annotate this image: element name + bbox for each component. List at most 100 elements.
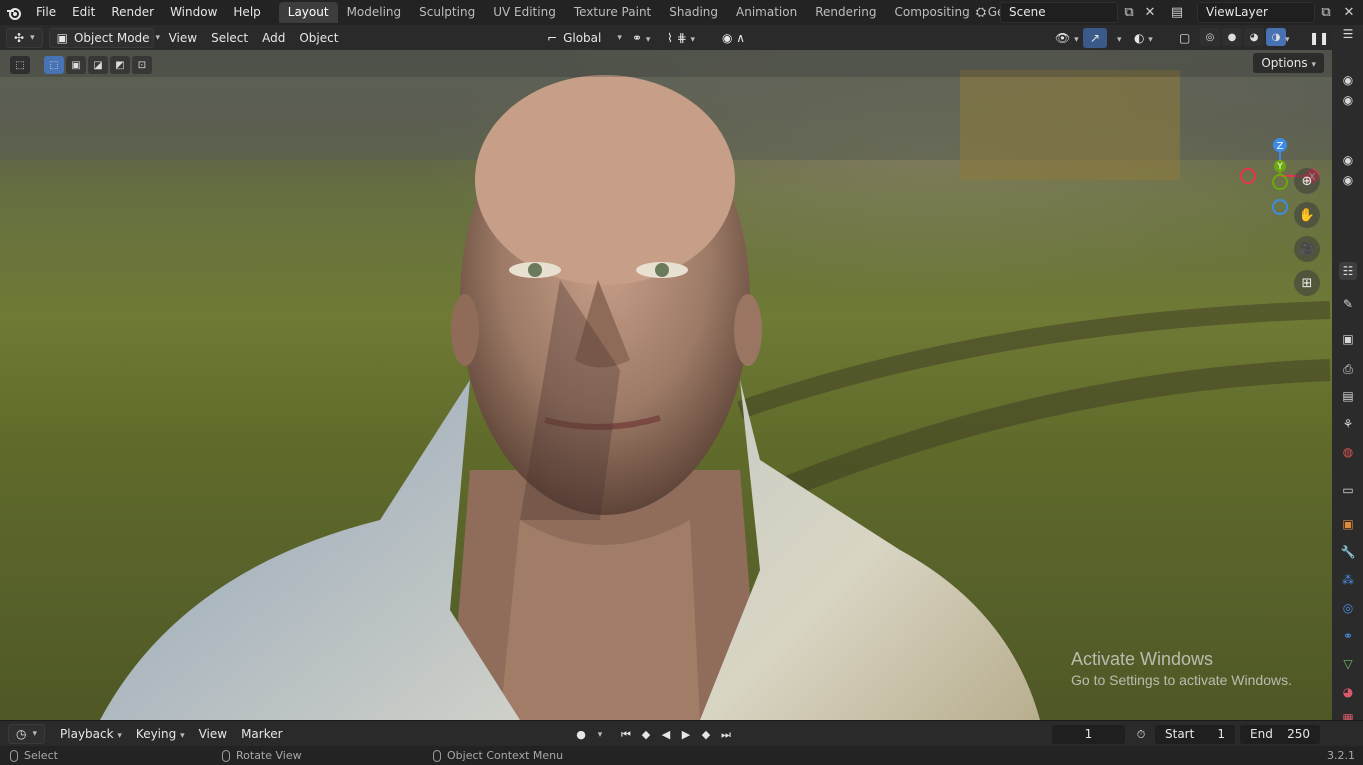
transform-orientation-dropdown[interactable]: ⌐ Global ▾: [540, 28, 629, 48]
menu-file[interactable]: File: [28, 0, 64, 25]
material-properties-icon[interactable]: ◕: [1339, 683, 1357, 701]
scene-properties-icon[interactable]: ⚘: [1339, 415, 1357, 433]
object-properties-icon[interactable]: ▣: [1339, 515, 1357, 533]
render-camera-icon-3[interactable]: ◉: [1339, 151, 1357, 169]
tab-layout[interactable]: Layout: [278, 2, 338, 23]
physics-properties-icon[interactable]: ◎: [1339, 599, 1357, 617]
tab-sculpting[interactable]: Sculpting: [410, 2, 484, 23]
tab-rendering[interactable]: Rendering: [806, 2, 885, 23]
blender-logo-icon[interactable]: [0, 0, 28, 25]
3d-viewport[interactable]: ⬚ ⬚ ▣ ◪ ◩ ⊡ Options ▾ Z X Y ⊕ ✋ 🎥 ⊞: [0, 50, 1332, 720]
world-properties-icon[interactable]: ◍: [1339, 443, 1357, 461]
menu-keying[interactable]: Keying ▾: [129, 724, 192, 744]
modifier-properties-icon[interactable]: 🔧: [1339, 543, 1357, 561]
pivot-point-icon[interactable]: ⚭ ▾: [625, 28, 657, 48]
editor-type-dropdown[interactable]: ✣ ▾: [6, 27, 43, 48]
solid-shading-icon[interactable]: ●: [1222, 28, 1242, 46]
status-context: Object Context Menu: [433, 749, 563, 762]
neg-y-axis-handle: [1272, 174, 1288, 190]
menu-playback[interactable]: Playback ▾: [53, 724, 129, 744]
record-icon[interactable]: ●: [572, 726, 590, 743]
status-rotate: Rotate View: [222, 749, 302, 762]
tab-shading[interactable]: Shading: [660, 2, 727, 23]
snap-icon[interactable]: ⌇ ⋕ ▾: [660, 28, 702, 48]
tab-uv-editing[interactable]: UV Editing: [484, 2, 565, 23]
zoom-icon[interactable]: ⊕: [1294, 168, 1320, 194]
end-frame-field[interactable]: End 250: [1240, 725, 1320, 744]
render-camera-icon-4[interactable]: ◉: [1339, 171, 1357, 189]
record-dropdown[interactable]: ▾: [591, 726, 609, 743]
stopwatch-icon[interactable]: ⏱: [1132, 726, 1150, 743]
workspace-tabs: Layout Modeling Sculpting UV Editing Tex…: [278, 0, 1084, 25]
view-layer-selector[interactable]: ViewLayer: [1197, 2, 1315, 23]
select-subtract-icon[interactable]: ◪: [88, 56, 108, 74]
pan-hand-icon[interactable]: ✋: [1294, 202, 1320, 228]
select-intersect-icon[interactable]: ⊡: [132, 56, 152, 74]
prev-keyframe-icon[interactable]: ◆: [637, 726, 655, 743]
pause-render-icon[interactable]: ❚❚: [1302, 28, 1336, 48]
tab-modeling[interactable]: Modeling: [338, 2, 411, 23]
data-properties-icon[interactable]: ▽: [1339, 655, 1357, 673]
select-tool-icon[interactable]: ⬚: [10, 56, 30, 74]
menu-edit[interactable]: Edit: [64, 0, 103, 25]
constraints-properties-icon[interactable]: ⚭: [1339, 627, 1357, 645]
render-camera-icon[interactable]: ◉: [1339, 71, 1357, 89]
tab-animation[interactable]: Animation: [727, 2, 806, 23]
neg-z-axis-handle: [1272, 199, 1288, 215]
collection-properties-icon[interactable]: ▭: [1339, 481, 1357, 499]
menu-render[interactable]: Render: [103, 0, 162, 25]
tab-compositing[interactable]: Compositing: [885, 2, 978, 23]
delete-view-layer-icon[interactable]: ✕: [1340, 3, 1358, 21]
gizmo-dropdown[interactable]: ▾: [1110, 28, 1129, 48]
end-value: 250: [1287, 727, 1310, 741]
gizmo-toggle-icon[interactable]: ↗: [1083, 27, 1108, 48]
material-shading-icon[interactable]: ◕: [1244, 28, 1264, 46]
scene-selector[interactable]: Scene: [1000, 2, 1118, 23]
visibility-icon[interactable]: 👁 ▾: [1048, 28, 1086, 48]
scene-render: [0, 50, 1332, 720]
current-frame-field[interactable]: 1: [1052, 725, 1125, 744]
render-properties-icon[interactable]: ▣: [1339, 330, 1357, 348]
new-scene-icon[interactable]: ⧉: [1120, 3, 1138, 21]
menu-help[interactable]: Help: [225, 0, 268, 25]
xray-icon[interactable]: ▢: [1172, 28, 1197, 48]
select-extend-icon[interactable]: ▣: [66, 56, 86, 74]
shading-dropdown[interactable]: ▾: [1278, 28, 1297, 48]
output-properties-icon[interactable]: ⎙: [1339, 360, 1357, 378]
render-camera-icon-2[interactable]: ◉: [1339, 91, 1357, 109]
view-layer-properties-icon[interactable]: ▤: [1339, 387, 1357, 405]
menu-select[interactable]: Select: [204, 28, 255, 48]
tool-settings-icon[interactable]: ✎: [1339, 295, 1357, 313]
perspective-grid-icon[interactable]: ⊞: [1294, 270, 1320, 296]
tab-texture-paint[interactable]: Texture Paint: [565, 2, 660, 23]
particles-properties-icon[interactable]: ⁂: [1339, 571, 1357, 589]
start-frame-field[interactable]: Start 1: [1155, 725, 1235, 744]
menu-lines-icon[interactable]: ☰: [1339, 25, 1357, 43]
jump-start-icon[interactable]: ⏮: [617, 726, 635, 743]
options-dropdown[interactable]: Options ▾: [1253, 53, 1324, 73]
select-new-icon[interactable]: ⬚: [44, 56, 64, 74]
play-reverse-icon[interactable]: ◀: [657, 726, 675, 743]
mode-dropdown[interactable]: ▣ Object Mode ▾: [48, 27, 160, 48]
delete-scene-icon[interactable]: ✕: [1141, 3, 1159, 21]
camera-icon[interactable]: 🎥: [1294, 236, 1320, 262]
menu-timeline-view[interactable]: View: [192, 724, 234, 744]
new-view-layer-icon[interactable]: ⧉: [1317, 3, 1335, 21]
proportional-edit-icon[interactable]: ◉ ∧: [715, 28, 752, 48]
jump-end-icon[interactable]: ⏭: [717, 726, 735, 743]
view-layer-icon[interactable]: ▤: [1168, 3, 1186, 21]
scene-icon[interactable]: ⛭: [972, 3, 990, 21]
properties-toggle-icon[interactable]: ☷: [1339, 262, 1357, 280]
overlay-icon[interactable]: ◐ ▾: [1127, 28, 1160, 48]
play-icon[interactable]: ▶: [677, 726, 695, 743]
next-keyframe-icon[interactable]: ◆: [697, 726, 715, 743]
wireframe-shading-icon[interactable]: ◎: [1200, 28, 1220, 46]
timeline-editor-type[interactable]: ◷ ▾: [8, 723, 46, 744]
menu-marker[interactable]: Marker: [234, 724, 289, 744]
menu-add[interactable]: Add: [255, 28, 292, 48]
menu-view[interactable]: View: [162, 28, 204, 48]
select-invert-icon[interactable]: ◩: [110, 56, 130, 74]
menu-object[interactable]: Object: [292, 28, 345, 48]
menu-window[interactable]: Window: [162, 0, 225, 25]
neg-x-axis-handle: [1240, 168, 1256, 184]
